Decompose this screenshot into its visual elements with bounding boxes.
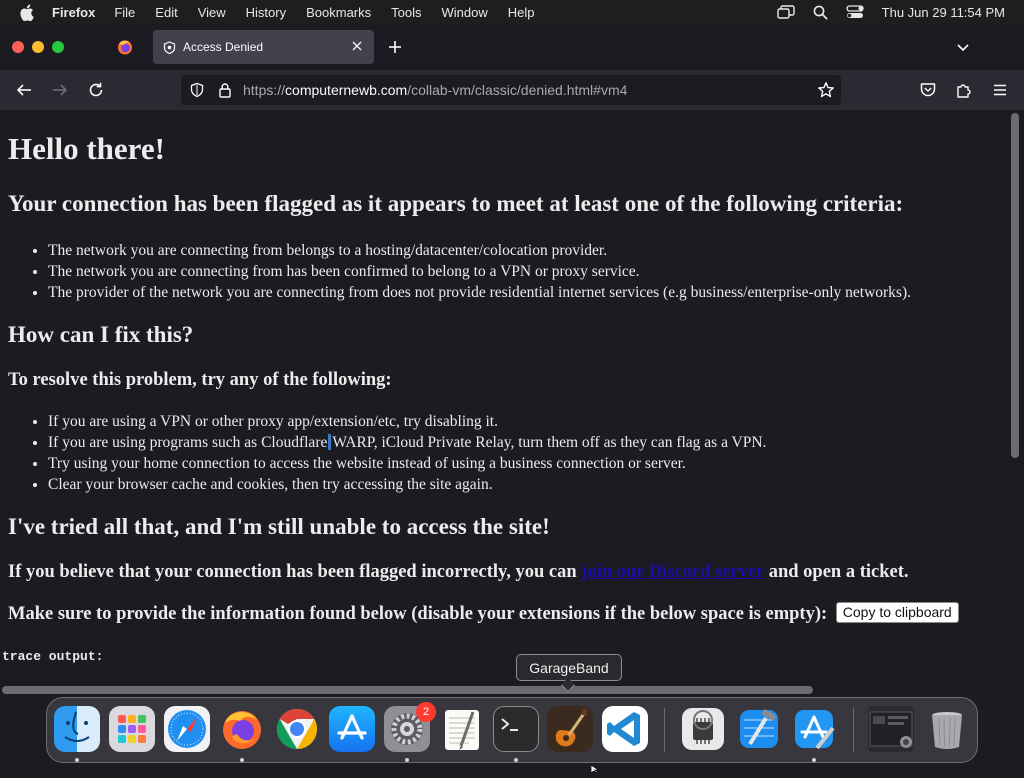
tracking-protection-shield-icon[interactable] xyxy=(189,82,205,101)
firefox-dock-icon[interactable] xyxy=(219,706,265,752)
system-settings-icon[interactable]: 2 xyxy=(384,702,436,752)
tab-access-denied[interactable]: Access Denied xyxy=(153,30,374,64)
list-item: The network you are connecting from belo… xyxy=(48,240,911,261)
page-viewport[interactable]: Hello there! Your connection has been fl… xyxy=(0,110,1024,696)
list-item: Clear your browser cache and cookies, th… xyxy=(48,474,766,495)
pocket-icon[interactable] xyxy=(919,81,937,99)
extensions-puzzle-icon[interactable] xyxy=(955,81,973,99)
address-bar[interactable]: https://computernewb.com/collab-vm/class… xyxy=(181,75,841,105)
info-paragraph: Make sure to provide the information fou… xyxy=(8,602,959,625)
page-title: Hello there! xyxy=(8,131,165,166)
textedit-icon[interactable] xyxy=(439,706,485,752)
navigation-toolbar: https://computernewb.com/collab-vm/class… xyxy=(0,70,1024,110)
minimized-window-thumbnail[interactable] xyxy=(868,706,914,752)
forward-arrow-icon[interactable] xyxy=(51,81,69,99)
finder-icon[interactable] xyxy=(54,706,100,752)
garageband-icon[interactable] xyxy=(547,706,593,752)
menu-edit[interactable]: Edit xyxy=(155,5,177,20)
menu-bar: Firefox File Edit View History Bookmarks… xyxy=(0,0,1024,24)
xcode-icon[interactable] xyxy=(736,706,782,752)
firefox-running-dot xyxy=(240,758,244,762)
tab-close-icon[interactable] xyxy=(350,39,364,53)
safari-icon[interactable] xyxy=(164,706,210,752)
fix-heading: How can I fix this? xyxy=(8,322,194,347)
system-information-icon[interactable] xyxy=(680,706,726,752)
launchpad-icon[interactable] xyxy=(109,706,155,752)
menu-app-firefox[interactable]: Firefox xyxy=(52,5,95,20)
page-favicon-icon xyxy=(163,40,176,54)
text-cursor-selection xyxy=(328,434,332,450)
vscode-icon[interactable] xyxy=(602,706,648,752)
url-path: /collab-vm/classic/denied.html#vm4 xyxy=(407,82,628,98)
firefox-view-icon[interactable] xyxy=(117,39,133,55)
settings-running-dot xyxy=(405,758,409,762)
dock-separator xyxy=(853,708,854,752)
discord-server-link[interactable]: join our Discord server xyxy=(581,562,764,582)
finder-running-dot xyxy=(75,758,79,762)
list-item: The provider of the network you are conn… xyxy=(48,282,911,303)
window-fullscreen-button[interactable] xyxy=(52,41,64,53)
terminal-running-dot xyxy=(514,758,518,762)
apple-menu-icon[interactable] xyxy=(19,4,35,21)
copy-to-clipboard-button[interactable]: Copy to clipboard xyxy=(835,602,959,623)
dock: 2 xyxy=(46,697,978,763)
list-item: If you are using a VPN or other proxy ap… xyxy=(48,411,766,432)
tried-heading: I've tried all that, and I'm still unabl… xyxy=(8,514,550,539)
menu-view[interactable]: View xyxy=(198,5,226,20)
hamburger-menu-icon[interactable] xyxy=(991,81,1009,99)
simulator-running-dot xyxy=(812,758,816,762)
reload-icon[interactable] xyxy=(87,81,105,99)
incorrect-text-after: and open a ticket. xyxy=(764,562,909,582)
list-item: The network you are connecting from has … xyxy=(48,261,911,282)
terminal-icon[interactable] xyxy=(493,706,539,752)
resolve-heading: To resolve this problem, try any of the … xyxy=(8,370,392,390)
trace-output-label: trace output: xyxy=(2,649,104,664)
info-text: Make sure to provide the information fou… xyxy=(8,604,828,624)
app-store-icon[interactable] xyxy=(329,706,375,752)
window-close-button[interactable] xyxy=(12,41,24,53)
spotlight-search-icon[interactable] xyxy=(813,5,828,20)
simulator-icon[interactable] xyxy=(791,706,837,752)
window-minimize-button[interactable] xyxy=(32,41,44,53)
list-item-text: If you are using programs such as Cloudf… xyxy=(48,434,328,451)
list-item: If you are using programs such as Cloudf… xyxy=(48,432,766,453)
menu-help[interactable]: Help xyxy=(508,5,535,20)
menu-window[interactable]: Window xyxy=(442,5,488,20)
list-all-tabs-chevron-down-icon[interactable] xyxy=(956,41,970,53)
menu-bookmarks[interactable]: Bookmarks xyxy=(306,5,371,20)
back-arrow-icon[interactable] xyxy=(15,81,33,99)
trash-icon[interactable] xyxy=(924,706,970,752)
settings-notification-badge: 2 xyxy=(416,702,436,722)
lock-icon[interactable] xyxy=(218,82,232,101)
dock-separator xyxy=(664,708,665,752)
mouse-pointer-icon xyxy=(590,760,601,778)
criteria-list: The network you are connecting from belo… xyxy=(48,240,911,303)
tab-title: Access Denied xyxy=(183,40,264,54)
menu-tools[interactable]: Tools xyxy=(391,5,421,20)
tab-strip: Access Denied xyxy=(0,24,1024,70)
vertical-scrollbar[interactable] xyxy=(1011,113,1019,458)
new-tab-plus-icon[interactable] xyxy=(387,39,403,55)
control-center-icon[interactable] xyxy=(846,5,864,19)
fixes-list: If you are using a VPN or other proxy ap… xyxy=(48,411,766,495)
screen-mirroring-icon[interactable] xyxy=(776,5,795,19)
list-item: Try using your home connection to access… xyxy=(48,453,766,474)
bookmark-star-icon[interactable] xyxy=(817,81,835,102)
url-host: computernewb.com xyxy=(285,82,408,98)
incorrect-paragraph: If you believe that your connection has … xyxy=(8,562,909,583)
url-text[interactable]: https://computernewb.com/collab-vm/class… xyxy=(243,82,627,98)
menu-clock[interactable]: Thu Jun 29 11:54 PM xyxy=(882,5,1005,20)
menu-history[interactable]: History xyxy=(246,5,286,20)
criteria-heading: Your connection has been flagged as it a… xyxy=(8,191,904,216)
chrome-icon[interactable] xyxy=(274,706,320,752)
menu-file[interactable]: File xyxy=(114,5,135,20)
dock-tooltip: GarageBand xyxy=(516,654,622,681)
horizontal-scrollbar[interactable] xyxy=(2,686,813,694)
url-scheme: https:// xyxy=(243,82,286,98)
incorrect-text-before: If you believe that your connection has … xyxy=(8,562,582,582)
list-item-text: WARP, iCloud Private Relay, turn them of… xyxy=(332,434,767,451)
